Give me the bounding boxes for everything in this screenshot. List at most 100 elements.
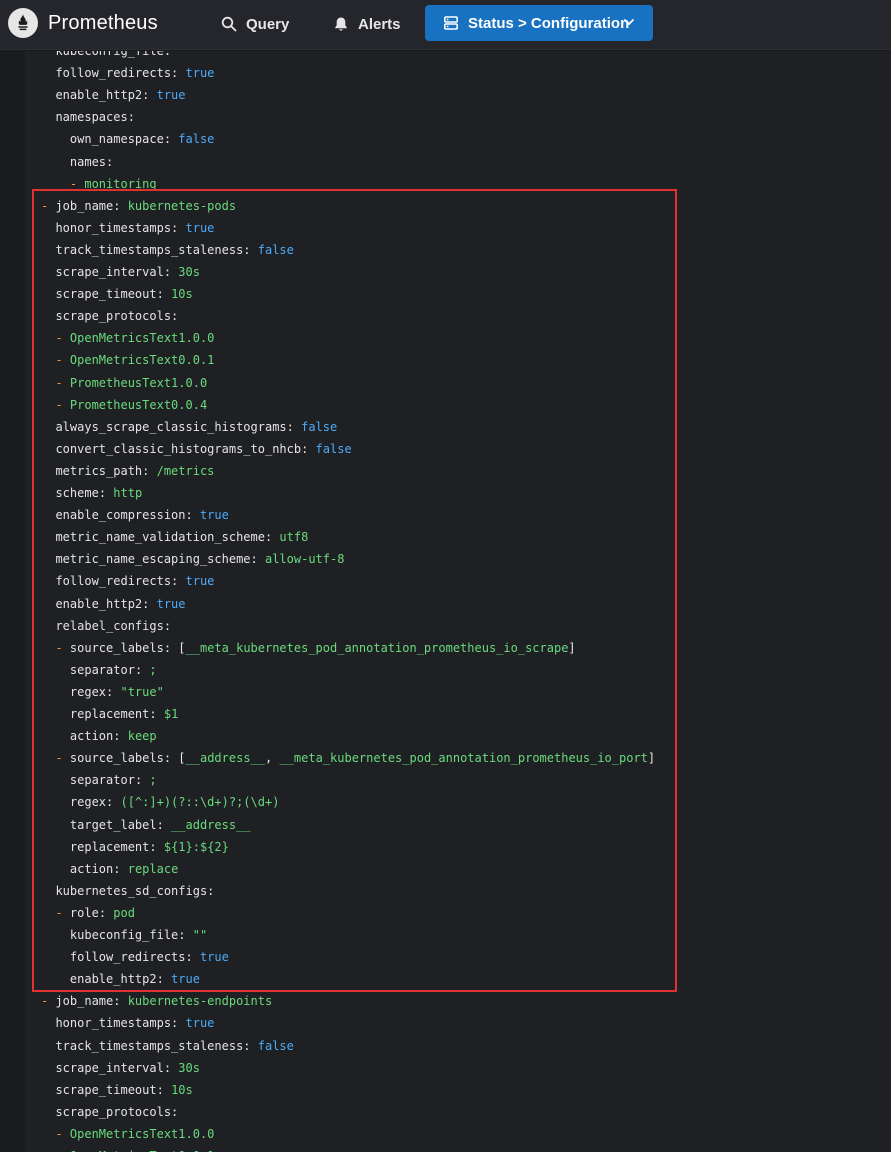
nav-alerts[interactable]: Alerts bbox=[333, 10, 401, 38]
config-line: kubernetes_sd_configs: bbox=[55, 883, 215, 898]
config-value: ${1}:${2} bbox=[163, 839, 229, 854]
nav-query-label: Query bbox=[246, 15, 290, 33]
config-key: action bbox=[69, 729, 114, 744]
config-line: convert_classic_histograms_to_nhcb: fals… bbox=[55, 441, 352, 456]
config-line: relabel_configs: bbox=[55, 618, 172, 633]
config-key: honor_timestamps bbox=[55, 1016, 172, 1031]
nav-alerts-label: Alerts bbox=[358, 15, 401, 33]
config-line: namespaces: bbox=[55, 110, 135, 125]
config-key: kubeconfig_file bbox=[55, 51, 164, 58]
config-key: replacement bbox=[69, 839, 150, 854]
config-line: separator: ; bbox=[69, 773, 157, 788]
config-value: monitoring bbox=[84, 176, 157, 191]
config-key: target_label bbox=[69, 817, 157, 832]
config-value: __meta_kubernetes_pod_annotation_prometh… bbox=[279, 751, 648, 766]
config-key: track_timestamps_staleness bbox=[55, 242, 244, 257]
config-line: metrics_path: /metrics bbox=[55, 463, 215, 478]
config-line: kubeconfig_file: "" bbox=[69, 928, 208, 942]
config-value: kubernetes-endpoints bbox=[127, 994, 273, 1009]
server-icon bbox=[443, 16, 458, 30]
config-line: metric_name_validation_scheme: utf8 bbox=[55, 530, 309, 545]
nav-query[interactable]: Query bbox=[221, 10, 289, 38]
config-value: true bbox=[199, 508, 229, 523]
config-key: metrics_path bbox=[55, 463, 143, 478]
config-key: scheme bbox=[55, 486, 99, 500]
config-key: always_scrape_classic_histograms bbox=[55, 419, 287, 434]
config-line: - job_name: kubernetes-endpoints bbox=[41, 994, 273, 1009]
config-value: http bbox=[113, 486, 143, 500]
config-key: role bbox=[69, 905, 99, 920]
config-value: false bbox=[257, 1038, 294, 1053]
config-line: - monitoring bbox=[69, 176, 157, 191]
config-line: scrape_protocols: bbox=[55, 1104, 179, 1119]
config-value: true bbox=[171, 972, 200, 987]
config-value: false bbox=[178, 132, 215, 147]
config-key: regex bbox=[69, 795, 107, 810]
config-line: enable_http2: true bbox=[55, 88, 186, 103]
search-icon bbox=[221, 16, 237, 32]
config-key: job_name bbox=[55, 198, 114, 213]
config-line: replacement: $1 bbox=[69, 707, 179, 721]
config-line: track_timestamps_staleness: false bbox=[55, 242, 294, 257]
config-line: - PrometheusText0.0.4 bbox=[55, 397, 208, 412]
config-line: - OpenMetricsText0.0.1 bbox=[55, 1145, 214, 1152]
config-key: track_timestamps_staleness bbox=[55, 1038, 244, 1053]
config-value: keep bbox=[127, 729, 157, 744]
config-line: - role: pod bbox=[55, 905, 135, 920]
config-key: job_name bbox=[55, 994, 114, 1009]
prometheus-logo-icon bbox=[8, 8, 38, 38]
config-line: enable_http2: true bbox=[55, 596, 186, 611]
config-value: OpenMetricsText0.0.1 bbox=[69, 353, 215, 368]
config-key: source_labels bbox=[69, 751, 164, 766]
config-line: scrape_interval: 30s bbox=[55, 265, 200, 279]
config-key: honor_timestamps bbox=[55, 220, 172, 235]
config-value: 30s bbox=[178, 1060, 200, 1075]
nav-status-configuration[interactable]: Status > Configuration bbox=[425, 5, 653, 41]
config-key: scrape_interval bbox=[55, 1060, 164, 1075]
config-line: honor_timestamps: true bbox=[55, 220, 215, 235]
config-value: false bbox=[257, 242, 294, 257]
config-value: "" bbox=[178, 51, 193, 58]
config-line: action: replace bbox=[69, 861, 179, 876]
config-key: metric_name_escaping_scheme bbox=[55, 552, 251, 567]
config-key: replacement bbox=[69, 707, 150, 721]
config-line: action: keep bbox=[69, 729, 157, 744]
brand[interactable]: Prometheus bbox=[8, 7, 158, 39]
config-value: allow-utf-8 bbox=[264, 552, 345, 567]
config-line: regex: "true" bbox=[69, 684, 164, 699]
config-key: scrape_timeout bbox=[55, 287, 157, 302]
config-line: scrape_protocols: bbox=[55, 309, 179, 324]
config-key: kubernetes_sd_configs bbox=[55, 883, 208, 898]
config-value: true bbox=[199, 950, 229, 965]
config-key: convert_classic_histograms_to_nhcb bbox=[55, 441, 302, 456]
config-line: replacement: ${1}:${2} bbox=[69, 839, 229, 854]
config-key: source_labels bbox=[69, 640, 164, 655]
config-key: follow_redirects bbox=[69, 950, 186, 965]
config-line: scrape_timeout: 10s bbox=[55, 287, 193, 302]
config-value: 10s bbox=[171, 1082, 193, 1097]
config-value: false bbox=[315, 441, 352, 456]
config-line: names: bbox=[69, 154, 114, 169]
config-viewer: kubeconfig_file: "" follow_redirects: tru… bbox=[25, 51, 891, 1152]
config-value: __address__ bbox=[185, 751, 265, 766]
config-line: - job_name: kubernetes-pods bbox=[41, 198, 237, 213]
config-line: follow_redirects: true bbox=[55, 66, 215, 81]
config-value: ; bbox=[149, 662, 157, 677]
brand-title: Prometheus bbox=[48, 11, 158, 34]
chevron-down-icon bbox=[624, 19, 634, 25]
config-line: target_label: __address__ bbox=[69, 817, 251, 832]
config-key: follow_redirects bbox=[55, 66, 172, 81]
config-line: always_scrape_classic_histograms: false bbox=[55, 419, 338, 434]
config-value: utf8 bbox=[279, 530, 309, 545]
config-value: 30s bbox=[178, 265, 200, 279]
config-value: false bbox=[301, 419, 338, 434]
config-line: enable_compression: true bbox=[55, 508, 229, 523]
config-value: OpenMetricsText1.0.0 bbox=[69, 331, 215, 346]
config-line: - source_labels: [__meta_kubernetes_pod_… bbox=[55, 640, 576, 655]
config-key: scrape_protocols bbox=[55, 1104, 172, 1119]
config-value: 10s bbox=[171, 287, 193, 302]
config-line: scrape_timeout: 10s bbox=[55, 1082, 193, 1097]
config-line: own_namespace: false bbox=[69, 132, 215, 147]
config-value: true bbox=[185, 1016, 215, 1031]
config-value: true bbox=[185, 574, 215, 589]
